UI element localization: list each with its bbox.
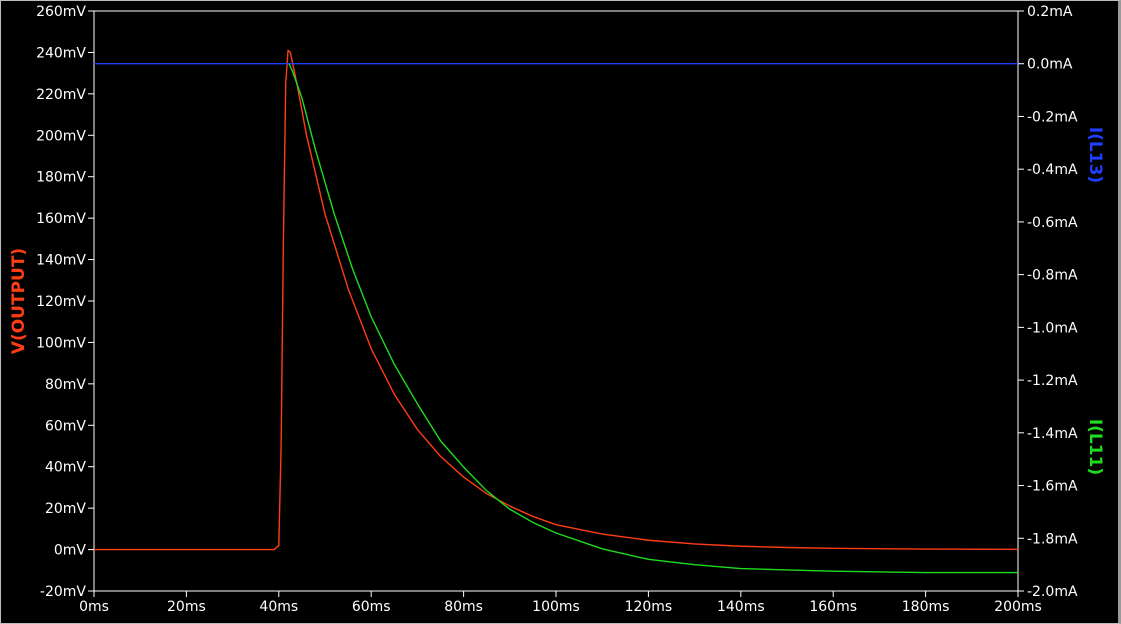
y-left-tick-label: 240mV <box>36 45 86 61</box>
y-left-tick-label: 180mV <box>36 170 86 186</box>
x-tick-label: 80ms <box>444 599 483 615</box>
x-tick-label: 200ms <box>994 599 1042 615</box>
y-left-tick-label: 40mV <box>45 460 86 476</box>
x-tick-label: 40ms <box>259 599 298 615</box>
waveform-chart: -20mV 0mV 20mV 40mV 60mV 80mV 100mV 120mV 140mV 1… <box>9 4 1105 615</box>
y-right-tick-label: -1.0mA <box>1027 320 1078 336</box>
axis-titles-group: V(OUTPUT) I(L13) I(L11) <box>9 127 1105 475</box>
y-right-axis-title: I(L13) <box>1085 127 1105 183</box>
y-left-tick-label: 100mV <box>36 335 86 351</box>
y-right-tick-label: -0.6mA <box>1027 215 1078 231</box>
y-right-tick-label: -0.4mA <box>1027 162 1078 178</box>
plot-area-border <box>93 10 1019 592</box>
series-i-l11-line <box>288 63 1018 574</box>
y-left-tick-label: -20mV <box>40 584 87 600</box>
y-left-tick-label: 0mV <box>54 543 87 559</box>
x-tick-label: 20ms <box>167 599 206 615</box>
y-left-tick-label: 160mV <box>36 211 86 227</box>
y-right-tick-label: -1.8mA <box>1027 531 1078 547</box>
y-right-tick-label: -1.6mA <box>1027 479 1078 495</box>
y-left-tick-label: 220mV <box>36 87 86 103</box>
series-v-output-line <box>94 49 1019 551</box>
y-right-tick-label: -1.4mA <box>1027 426 1078 442</box>
x-tick-label: 140ms <box>717 599 765 615</box>
axes-group: -20mV 0mV 20mV 40mV 60mV 80mV 100mV 120mV 140mV 1… <box>36 4 1078 615</box>
x-tick-label: 180ms <box>902 599 950 615</box>
x-tick-label: 60ms <box>352 599 391 615</box>
y-left-tick-label: 200mV <box>36 128 86 144</box>
y-left-tick-label: 260mV <box>36 4 86 20</box>
y-left-axis-title: V(OUTPUT) <box>9 248 29 354</box>
y-right-tick-label: 0.2mA <box>1027 4 1073 20</box>
x-tick-label: 0ms <box>79 599 109 615</box>
x-tick-label: 120ms <box>625 599 673 615</box>
y-right-tick-label: -0.8mA <box>1027 268 1078 284</box>
y-right-tick-label: -1.2mA <box>1027 373 1078 389</box>
y-left-tick-label: 140mV <box>36 253 86 269</box>
y-right-axis-title: I(L11) <box>1085 419 1105 475</box>
x-tick-label: 160ms <box>809 599 857 615</box>
y-right-tick-label: 0.0mA <box>1027 57 1073 73</box>
y-left-tick-label: 120mV <box>36 294 86 310</box>
traces-group <box>94 49 1019 574</box>
y-left-tick-label: 80mV <box>45 377 86 393</box>
y-left-tick-label: 60mV <box>45 418 86 434</box>
y-right-tick-label: -2.0mA <box>1027 584 1078 600</box>
x-tick-label: 100ms <box>532 599 580 615</box>
y-right-tick-label: -0.2mA <box>1027 109 1078 125</box>
y-left-tick-label: 20mV <box>45 501 86 517</box>
